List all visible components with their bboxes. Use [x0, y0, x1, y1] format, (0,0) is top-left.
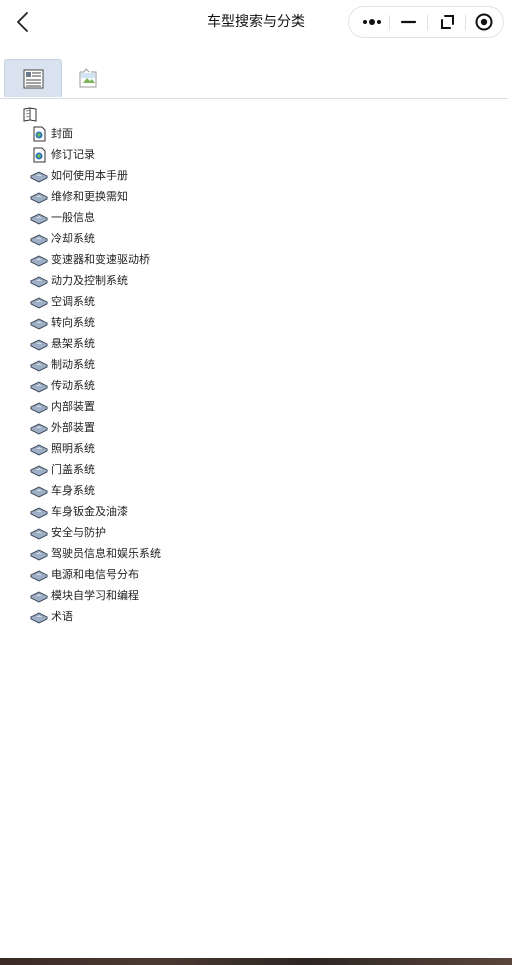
tree-item-label: 内部装置 [51, 400, 95, 413]
tree-item[interactable]: 驾驶员信息和娱乐系统 [29, 543, 161, 564]
book-icon [29, 609, 49, 625]
book-icon [29, 336, 49, 352]
book-icon [29, 315, 49, 331]
tree-item-label: 修订记录 [51, 148, 95, 161]
float-window-button[interactable] [428, 7, 466, 37]
page-icon [30, 147, 48, 163]
tree-item-label: 变速器和变速驱动桥 [51, 253, 150, 266]
tree-item-label: 冷却系统 [51, 232, 95, 245]
tree-item-label: 悬架系统 [51, 337, 95, 350]
tree-item-label: 车身系统 [51, 484, 95, 497]
mini-program-capsule [348, 6, 504, 38]
tree-item[interactable]: 内部装置 [29, 396, 95, 417]
tree-item[interactable]: 门盖系统 [29, 459, 95, 480]
tree-item-label: 维修和更换需知 [51, 190, 128, 203]
tree-item-label: 如何使用本手册 [51, 169, 128, 182]
bottom-edge-strip [0, 958, 512, 965]
book-icon [29, 567, 49, 583]
tab-search[interactable] [74, 63, 104, 93]
page-icon [30, 126, 48, 142]
book-icon [29, 525, 49, 541]
tree-item-label: 制动系统 [51, 358, 95, 371]
minimize-button[interactable] [390, 7, 428, 37]
tree-item-label: 空调系统 [51, 295, 95, 308]
book-icon [29, 294, 49, 310]
tab-bar [0, 59, 508, 99]
broken-image-icon [79, 68, 97, 88]
book-icon [29, 462, 49, 478]
more-dots-icon [363, 19, 381, 25]
book-icon [29, 546, 49, 562]
tree-item[interactable]: 封面 [30, 123, 73, 144]
book-icon [29, 273, 49, 289]
window-restore-icon [441, 15, 454, 29]
tree-item-label: 外部装置 [51, 421, 95, 434]
tree-item-label: 门盖系统 [51, 463, 95, 476]
book-icon [29, 441, 49, 457]
tree-item[interactable]: 车身钣金及油漆 [29, 501, 128, 522]
tree-item-label: 一般信息 [51, 211, 95, 224]
minus-icon [400, 20, 417, 24]
tree-item-label: 模块自学习和编程 [51, 589, 139, 602]
tree-item[interactable]: 如何使用本手册 [29, 165, 128, 186]
tree-item-label: 转向系统 [51, 316, 95, 329]
top-bar: 车型搜索与分类 [0, 0, 512, 44]
tree-item[interactable]: 照明系统 [29, 438, 95, 459]
close-button[interactable] [466, 7, 504, 37]
tree-root-node[interactable] [22, 106, 40, 122]
tree-item[interactable]: 制动系统 [29, 354, 95, 375]
tab-contents[interactable] [4, 59, 62, 97]
tree-item[interactable]: 电源和电信号分布 [29, 564, 139, 585]
book-icon [29, 420, 49, 436]
tree-item[interactable]: 一般信息 [29, 207, 95, 228]
tree-item-label: 安全与防护 [51, 526, 106, 539]
book-icon [29, 588, 49, 604]
tree-item[interactable]: 动力及控制系统 [29, 270, 128, 291]
more-button[interactable] [353, 7, 391, 37]
target-close-icon [475, 13, 493, 31]
tree-item[interactable]: 安全与防护 [29, 522, 106, 543]
tree-item-label: 照明系统 [51, 442, 95, 455]
book-icon [29, 231, 49, 247]
book-icon [29, 210, 49, 226]
book-icon [29, 483, 49, 499]
tree-item[interactable]: 变速器和变速驱动桥 [29, 249, 150, 270]
tree-item[interactable]: 悬架系统 [29, 333, 95, 354]
tree-item[interactable]: 冷却系统 [29, 228, 95, 249]
open-book-icon [23, 107, 37, 122]
tree-item-label: 动力及控制系统 [51, 274, 128, 287]
tree-item-label: 驾驶员信息和娱乐系统 [51, 547, 161, 560]
book-icon [29, 189, 49, 205]
tree-item[interactable]: 传动系统 [29, 375, 95, 396]
tree-item-label: 电源和电信号分布 [51, 568, 139, 581]
book-icon [29, 357, 49, 373]
tree-item[interactable]: 修订记录 [30, 144, 95, 165]
tree-item-label: 术语 [51, 610, 73, 623]
tree-item[interactable]: 术语 [29, 606, 73, 627]
book-icon [29, 399, 49, 415]
table-of-contents-icon [23, 69, 44, 89]
tree-item-label: 车身钣金及油漆 [51, 505, 128, 518]
book-icon [29, 378, 49, 394]
tree-item-label: 封面 [51, 127, 73, 140]
tree-item[interactable]: 车身系统 [29, 480, 95, 501]
tree-item[interactable]: 转向系统 [29, 312, 95, 333]
tree-item[interactable]: 维修和更换需知 [29, 186, 128, 207]
tree-item[interactable]: 模块自学习和编程 [29, 585, 139, 606]
tree-item-label: 传动系统 [51, 379, 95, 392]
book-icon [29, 252, 49, 268]
book-icon [29, 168, 49, 184]
tree-item[interactable]: 空调系统 [29, 291, 95, 312]
tree-item[interactable]: 外部装置 [29, 417, 95, 438]
book-icon [29, 504, 49, 520]
